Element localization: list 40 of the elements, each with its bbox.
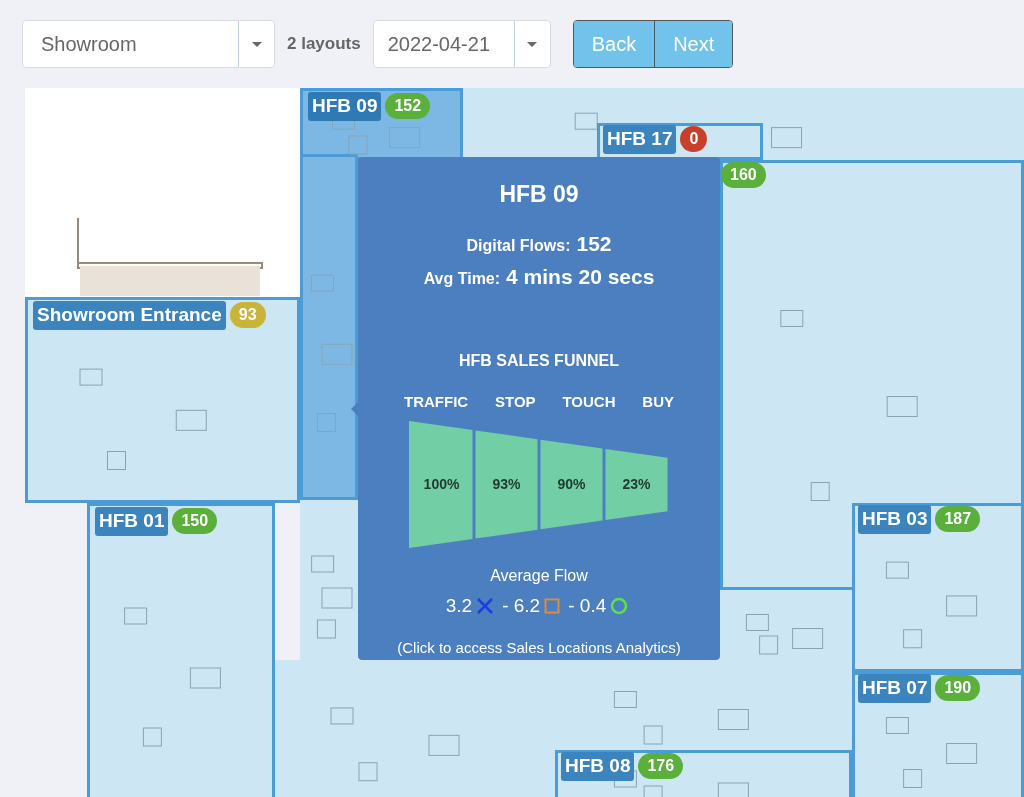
zone-label[interactable]: HFB 03 [858, 505, 932, 534]
count-badge: 160 [721, 162, 766, 188]
funnel-value: 93% [492, 475, 521, 494]
funnel-title: HFB SALES FUNNEL [459, 350, 619, 371]
flow-value: - 0.4 [568, 594, 607, 618]
zone-label[interactable]: HFB 09 [308, 92, 382, 121]
zone-outline[interactable] [25, 297, 300, 503]
funnel-value: 90% [557, 475, 586, 494]
stat-label: Digital Flows: [466, 235, 571, 256]
zone-label[interactable]: HFB 08 [561, 752, 635, 781]
zone-label[interactable]: Showroom Entrance [33, 301, 226, 330]
date-select[interactable]: 2022-04-21 [372, 20, 551, 68]
stat-value: 4 mins 20 secs [506, 264, 655, 290]
zone-label[interactable]: HFB 01 [95, 507, 169, 536]
funnel-stage-label: TRAFFIC [404, 391, 469, 412]
funnel-stage-label: TOUCH [562, 391, 616, 412]
funnel-stage-label: STOP [495, 391, 536, 412]
flow-value: 3.2 [445, 594, 473, 618]
funnel-value: 23% [622, 475, 651, 494]
stat-value: 152 [576, 230, 612, 257]
flow-value: - 6.2 [502, 594, 541, 618]
count-badge: 187 [935, 506, 981, 533]
layouts-count: 2 layouts [287, 33, 361, 56]
zone-outline[interactable] [87, 503, 275, 797]
caret-icon [526, 40, 539, 48]
funnel-stage-label: BUY [642, 391, 674, 412]
count-badge: 190 [935, 675, 981, 702]
count-badge: 150 [172, 508, 218, 535]
count-badge: 152 [385, 93, 431, 120]
zone-label[interactable]: HFB 07 [858, 674, 932, 703]
funnel-value: 100% [423, 475, 460, 494]
tooltip-title: HFB 09 [499, 180, 579, 209]
caret-icon [250, 40, 263, 48]
location-select[interactable]: Showroom [22, 20, 275, 68]
stat-label: Avg Time: [423, 269, 501, 289]
zone-label[interactable]: HFB 17 [603, 125, 677, 154]
count-badge: 176 [638, 753, 684, 780]
zone-outline[interactable] [852, 503, 1024, 672]
tooltip-hint: (Click to access Sales Locations Analytics) [397, 637, 681, 658]
average-flow-title: Average Flow [490, 566, 588, 586]
